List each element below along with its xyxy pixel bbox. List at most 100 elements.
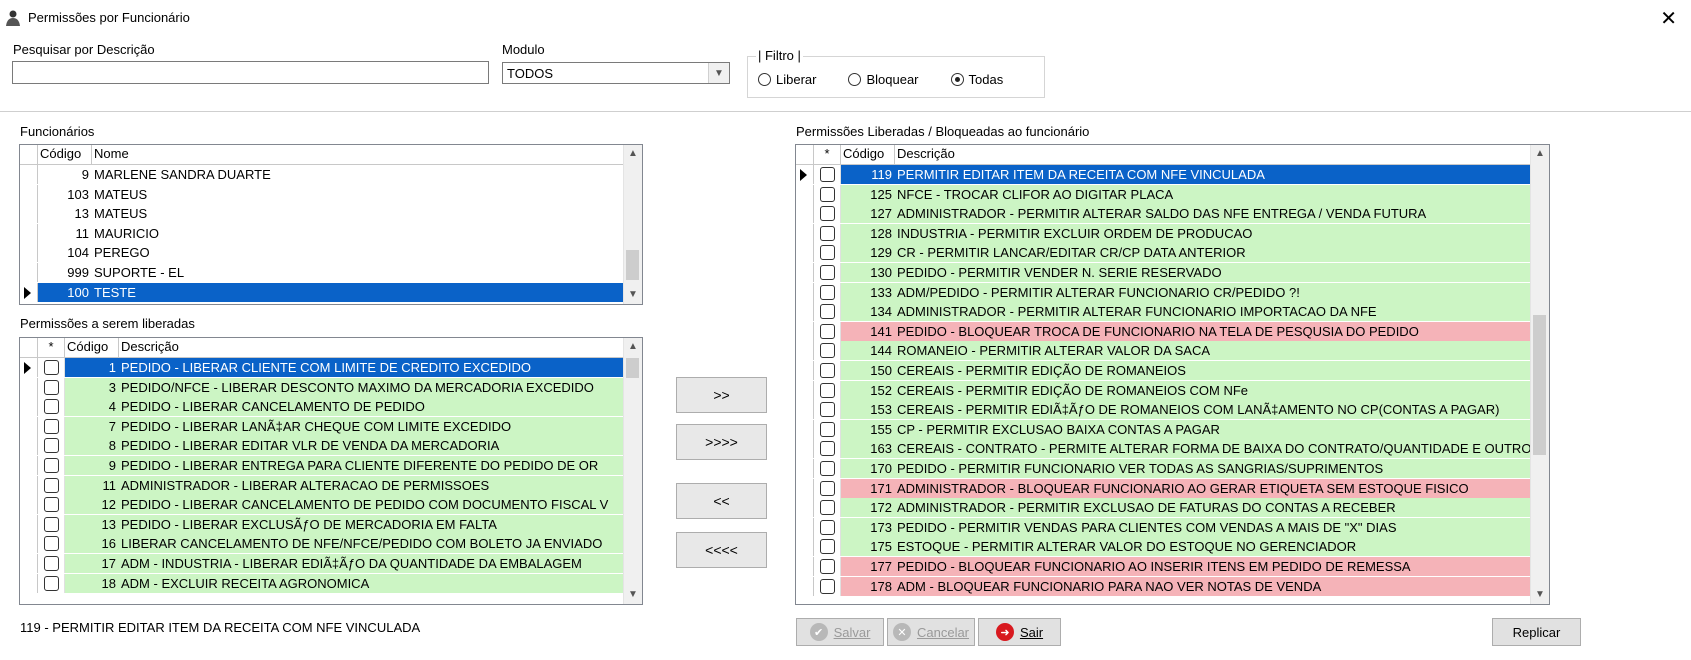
row-checkbox[interactable] <box>814 576 841 596</box>
move-selected-left-button[interactable]: << <box>676 483 767 519</box>
employees-scrollbar[interactable]: ▲ ▼ <box>623 145 642 304</box>
scroll-down-icon[interactable]: ▼ <box>624 286 642 304</box>
table-row[interactable]: 163 CEREAIS - CONTRATO - PERMITE ALTERAR … <box>796 439 1532 459</box>
row-checkbox[interactable] <box>814 223 841 243</box>
row-checkbox[interactable] <box>38 495 65 515</box>
table-row[interactable]: 155 CP - PERMITIR EXCLUSAO BAIXA CONTAS A… <box>796 419 1532 439</box>
filter-bloquear-radio[interactable]: Bloquear <box>848 72 919 87</box>
table-row[interactable]: 170 PEDIDO - PERMITIR FUNCIONARIO VER TOD… <box>796 459 1532 478</box>
row-checkbox[interactable] <box>814 341 841 361</box>
table-row[interactable]: 153 CEREAIS - PERMITIR EDIÃ‡ÃƒO DE ROMANE… <box>796 400 1532 420</box>
table-row[interactable]: 173 PEDIDO - PERMITIR VENDAS PARA CLIENTE… <box>796 517 1532 537</box>
row-checkbox[interactable] <box>38 475 65 495</box>
table-row[interactable]: 133 ADM/PEDIDO - PERMITIR ALTERAR FUNCION… <box>796 282 1532 302</box>
replicate-button[interactable]: Replicar <box>1492 618 1581 646</box>
table-row[interactable]: 8 PEDIDO - LIBERAR EDITAR VLR DE VENDA DA… <box>20 436 625 456</box>
table-row[interactable]: 7 PEDIDO - LIBERAR LANÃ‡AR CHEQUE COM LIM… <box>20 416 625 436</box>
employees-grid[interactable]: Código Nome 9 MARLENE SANDRA DUARTE 103 MAT… <box>19 144 643 305</box>
row-checkbox[interactable] <box>814 282 841 302</box>
row-checkbox[interactable] <box>38 534 65 554</box>
table-row[interactable]: 9 PEDIDO - LIBERAR ENTREGA PARA CLIENTE D… <box>20 456 625 475</box>
scroll-thumb[interactable] <box>1533 315 1546 455</box>
row-checkbox[interactable] <box>814 498 841 518</box>
close-icon[interactable]: ✕ <box>1660 6 1677 31</box>
table-row[interactable]: 16 LIBERAR CANCELAMENTO DE NFE/NFCE/PEDID… <box>20 534 625 554</box>
row-checkbox[interactable] <box>814 439 841 459</box>
scroll-down-icon[interactable]: ▼ <box>1531 586 1549 604</box>
table-row[interactable]: 141 PEDIDO - BLOQUEAR TROCA DE FUNCIONARI… <box>796 321 1532 341</box>
row-checkbox[interactable] <box>814 321 841 341</box>
move-all-right-button[interactable]: >>>> <box>676 424 767 460</box>
table-row[interactable]: 100 TESTE <box>20 282 625 302</box>
row-checkbox[interactable] <box>814 361 841 380</box>
row-checkbox[interactable] <box>38 397 65 417</box>
row-checkbox[interactable] <box>814 419 841 439</box>
table-row[interactable]: 18 ADM - EXCLUIR RECEITA AGRONOMICA <box>20 573 625 593</box>
table-row[interactable]: 104 PEREGO <box>20 243 625 263</box>
scroll-up-icon[interactable]: ▲ <box>624 145 642 163</box>
row-checkbox[interactable] <box>814 263 841 282</box>
table-row[interactable]: 144 ROMANEIO - PERMITIR ALTERAR VALOR DA … <box>796 341 1532 361</box>
table-row[interactable]: 130 PEDIDO - PERMITIR VENDER N. SERIE RES… <box>796 263 1532 282</box>
scroll-down-icon[interactable]: ▼ <box>624 586 642 604</box>
table-row[interactable]: 129 CR - PERMITIR LANCAR/EDITAR CR/CP DAT… <box>796 243 1532 263</box>
table-row[interactable]: 103 MATEUS <box>20 184 625 204</box>
scroll-up-icon[interactable]: ▲ <box>1531 145 1549 163</box>
row-checkbox[interactable] <box>814 243 841 263</box>
scroll-thumb[interactable] <box>626 358 639 378</box>
table-row[interactable]: 125 NFCE - TROCAR CLIFOR AO DIGITAR PLACA <box>796 184 1532 204</box>
row-checkbox[interactable] <box>38 456 65 475</box>
table-row[interactable]: 11 ADMINISTRADOR - LIBERAR ALTERACAO DE P… <box>20 475 625 495</box>
to-release-grid[interactable]: * Código Descrição 1 PEDIDO - LIBERAR CLI… <box>19 337 643 605</box>
filter-todas-radio[interactable]: Todas <box>950 72 1003 87</box>
table-row[interactable]: 134 ADMINISTRADOR - PERMITIR ALTERAR FUNC… <box>796 302 1532 322</box>
row-checkbox[interactable] <box>814 537 841 557</box>
table-row[interactable]: 4 PEDIDO - LIBERAR CANCELAMENTO DE PEDIDO <box>20 397 625 417</box>
row-checkbox[interactable] <box>814 459 841 478</box>
table-row[interactable]: 999 SUPORTE - EL <box>20 263 625 282</box>
row-checkbox[interactable] <box>814 165 841 184</box>
row-checkbox[interactable] <box>814 557 841 576</box>
assigned-grid[interactable]: * Código Descrição 119 PERMITIR EDITAR IT… <box>795 144 1550 605</box>
row-checkbox[interactable] <box>814 204 841 224</box>
row-checkbox[interactable] <box>814 380 841 400</box>
table-row[interactable]: 3 PEDIDO/NFCE - LIBERAR DESCONTO MAXIMO D… <box>20 377 625 397</box>
scroll-thumb[interactable] <box>626 250 639 280</box>
table-row[interactable]: 11 MAURICIO <box>20 223 625 243</box>
save-button[interactable]: ✔ Salvar <box>796 618 884 646</box>
row-checkbox[interactable] <box>814 400 841 420</box>
table-row[interactable]: 127 ADMINISTRADOR - PERMITIR ALTERAR SALD… <box>796 204 1532 224</box>
table-row[interactable]: 128 INDUSTRIA - PERMITIR EXCLUIR ORDEM DE… <box>796 223 1532 243</box>
row-checkbox[interactable] <box>814 517 841 537</box>
move-selected-right-button[interactable]: >> <box>676 377 767 413</box>
row-checkbox[interactable] <box>38 416 65 436</box>
filter-liberar-radio[interactable]: Liberar <box>758 72 816 87</box>
cancel-button[interactable]: ✕ Cancelar <box>887 618 975 646</box>
row-checkbox[interactable] <box>38 573 65 593</box>
search-input[interactable] <box>12 61 489 84</box>
assigned-scrollbar[interactable]: ▲ ▼ <box>1530 145 1549 604</box>
table-row[interactable]: 9 MARLENE SANDRA DUARTE <box>20 165 625 184</box>
row-checkbox[interactable] <box>38 377 65 397</box>
table-row[interactable]: 178 ADM - BLOQUEAR FUNCIONARIO PARA NAO V… <box>796 576 1532 596</box>
row-checkbox[interactable] <box>38 554 65 573</box>
row-checkbox[interactable] <box>814 302 841 322</box>
row-checkbox[interactable] <box>814 184 841 204</box>
table-row[interactable]: 13 PEDIDO - LIBERAR EXCLUSÃƒO DE MERCADOR… <box>20 514 625 534</box>
table-row[interactable]: 150 CEREAIS - PERMITIR EDIÇÃO DE ROMANEIO… <box>796 361 1532 380</box>
table-row[interactable]: 17 ADM - INDUSTRIA - LIBERAR EDIÃ‡ÃƒO DA … <box>20 554 625 573</box>
row-checkbox[interactable] <box>38 514 65 534</box>
to-release-scrollbar[interactable]: ▲ ▼ <box>623 338 642 604</box>
table-row[interactable]: 119 PERMITIR EDITAR ITEM DA RECEITA COM N… <box>796 165 1532 184</box>
scroll-up-icon[interactable]: ▲ <box>624 338 642 356</box>
table-row[interactable]: 177 PEDIDO - BLOQUEAR FUNCIONARIO AO INSE… <box>796 557 1532 576</box>
table-row[interactable]: 175 ESTOQUE - PERMITIR ALTERAR VALOR DO E… <box>796 537 1532 557</box>
move-all-left-button[interactable]: <<<< <box>676 532 767 568</box>
row-checkbox[interactable] <box>38 436 65 456</box>
table-row[interactable]: 13 MATEUS <box>20 204 625 224</box>
module-select[interactable]: TODOS ▼ <box>502 62 730 84</box>
table-row[interactable]: 171 ADMINISTRADOR - BLOQUEAR FUNCIONARIO … <box>796 478 1532 498</box>
exit-button[interactable]: ➜ Sair <box>978 618 1061 646</box>
row-checkbox[interactable] <box>38 358 65 377</box>
row-checkbox[interactable] <box>814 478 841 498</box>
